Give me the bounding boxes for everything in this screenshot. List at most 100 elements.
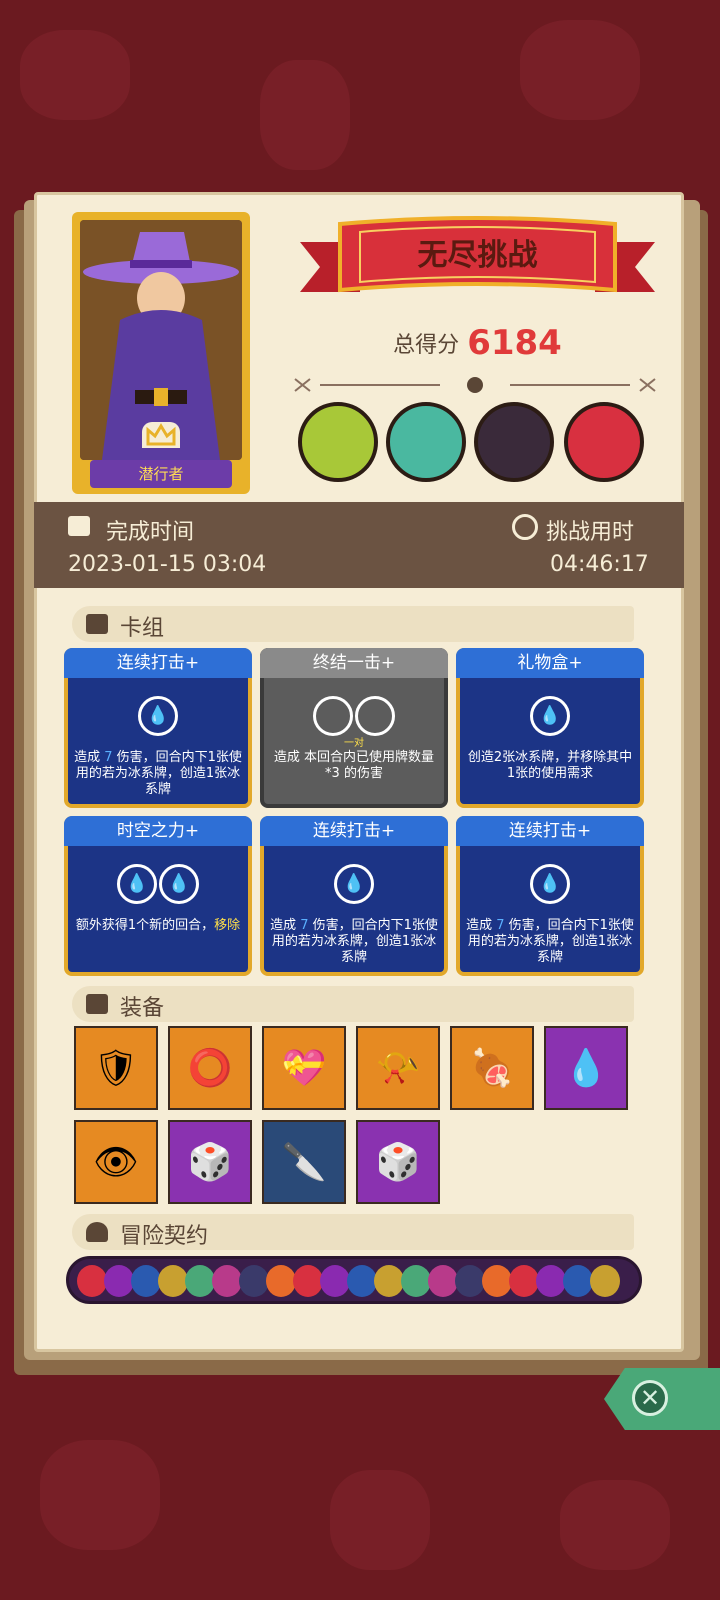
bg-decoration bbox=[330, 1470, 430, 1570]
person-icon bbox=[86, 1222, 108, 1242]
bg-decoration bbox=[40, 1440, 160, 1550]
scythe-icon[interactable]: 🔪 bbox=[262, 1120, 346, 1204]
contract-icon bbox=[77, 1265, 107, 1297]
stats-bar: 完成时间 2023-01-15 03:04 挑战用时 04:46:17 bbox=[34, 502, 684, 588]
card-name: 时空之力+ bbox=[64, 816, 252, 846]
card-name: 连续打击+ bbox=[64, 648, 252, 678]
mana-drop-icon: 💧 bbox=[334, 864, 374, 904]
contract-icon bbox=[185, 1265, 215, 1297]
mode-banner: 无尽挑战 bbox=[300, 212, 655, 312]
contract-icon bbox=[293, 1265, 323, 1297]
duration-label: 挑战用时 bbox=[546, 520, 635, 545]
bg-decoration bbox=[520, 20, 640, 120]
contract-icon bbox=[482, 1265, 512, 1297]
contract-icon bbox=[131, 1265, 161, 1297]
contracts-strip[interactable] bbox=[66, 1256, 642, 1304]
duration-value: 04:46:17 bbox=[550, 552, 649, 577]
card-name: 连续打击+ bbox=[260, 816, 448, 846]
deck-title: 卡组 bbox=[120, 616, 165, 641]
mana-drop-icon: 💧 bbox=[355, 696, 395, 736]
contract-icon bbox=[509, 1265, 539, 1297]
horn-icon[interactable]: 📯 bbox=[356, 1026, 440, 1110]
card-description: 造成 7 伤害，回合内下1张使用的若为冰系牌，创造1张冰系牌 bbox=[74, 750, 242, 797]
skeleton-dragon-icon bbox=[298, 402, 378, 482]
contract-icon bbox=[266, 1265, 296, 1297]
card-cost-label: 一对 bbox=[344, 738, 364, 749]
total-score: 总得分 6184 bbox=[300, 323, 655, 363]
card-cost: 💧 bbox=[264, 864, 444, 904]
contract-icon bbox=[212, 1265, 242, 1297]
contract-icon bbox=[239, 1265, 269, 1297]
card-cost: 💧 bbox=[460, 864, 640, 904]
score-value: 6184 bbox=[467, 323, 562, 363]
spiked-collar-icon[interactable]: ⭕ bbox=[168, 1026, 252, 1110]
card-description: 造成 7 伤害，回合内下1张使用的若为冰系牌，创造1张冰系牌 bbox=[270, 918, 438, 965]
meat-icon[interactable]: 🍖 bbox=[450, 1026, 534, 1110]
contract-icon bbox=[158, 1265, 188, 1297]
contract-icon bbox=[536, 1265, 566, 1297]
mana-drop-icon: 💧 bbox=[117, 864, 157, 904]
deck-header: 卡组 bbox=[72, 606, 634, 642]
contracts-header: 冒险契约 bbox=[72, 1214, 634, 1250]
card-cost: 💧💧 bbox=[264, 696, 444, 736]
contract-icon bbox=[320, 1265, 350, 1297]
golden-eye-dice-icon[interactable]: 🎲 bbox=[168, 1120, 252, 1204]
vampire-icon bbox=[564, 402, 644, 482]
crown-icon bbox=[142, 422, 180, 448]
contract-icon bbox=[104, 1265, 134, 1297]
contract-icon bbox=[374, 1265, 404, 1297]
completion-time-label: 完成时间 bbox=[106, 520, 195, 545]
deck-card[interactable]: 礼物盒+ 💧 创造2张冰系牌，并移除其中1张的使用需求 bbox=[456, 648, 644, 808]
contracts-title: 冒险契约 bbox=[120, 1224, 209, 1249]
divider-ornament bbox=[290, 375, 660, 395]
box-icon bbox=[86, 994, 108, 1014]
cards-icon bbox=[86, 614, 108, 634]
deck-card[interactable]: 连续打击+ 💧 造成 7 伤害，回合内下1张使用的若为冰系牌，创造1张冰系牌 bbox=[456, 816, 644, 976]
hero-name: 潜行者 bbox=[90, 460, 232, 488]
card-description: 造成 7 伤害，回合内下1张使用的若为冰系牌，创造1张冰系牌 bbox=[466, 918, 634, 965]
card-description: 额外获得1个新的回合，移除 bbox=[75, 918, 241, 933]
card-cost: 💧 bbox=[68, 696, 248, 736]
hero-portrait: 潜行者 bbox=[72, 212, 250, 494]
close-icon[interactable]: ✕ bbox=[632, 1380, 668, 1416]
score-label: 总得分 bbox=[393, 333, 460, 358]
deck-card[interactable]: 终结一击+ 💧💧 一对造成 本回合内已使用牌数量*3 的伤害 bbox=[260, 648, 448, 808]
contract-icon bbox=[347, 1265, 377, 1297]
mana-drop-icon: 💧 bbox=[530, 696, 570, 736]
deck-card[interactable]: 连续打击+ 💧 造成 7 伤害，回合内下1张使用的若为冰系牌，创造1张冰系牌 bbox=[260, 816, 448, 976]
dark-robot-icon bbox=[474, 402, 554, 482]
contract-icon bbox=[401, 1265, 431, 1297]
mana-drop-icon: 💧 bbox=[530, 864, 570, 904]
completion-time-value: 2023-01-15 03:04 bbox=[68, 552, 267, 577]
contract-icon bbox=[563, 1265, 593, 1297]
deck-card[interactable]: 连续打击+ 💧 造成 7 伤害，回合内下1张使用的若为冰系牌，创造1张冰系牌 bbox=[64, 648, 252, 808]
deck-card[interactable]: 时空之力+ 💧 💧 额外获得1个新的回合，移除 bbox=[64, 816, 252, 976]
contract-icon bbox=[455, 1265, 485, 1297]
mode-title: 无尽挑战 bbox=[417, 238, 538, 273]
mana-drop-icon: 💧 bbox=[159, 864, 199, 904]
bg-decoration bbox=[260, 60, 350, 170]
contract-icon bbox=[428, 1265, 458, 1297]
film-icon bbox=[68, 516, 90, 536]
bg-decoration bbox=[20, 30, 130, 120]
card-description: 创造2张冰系牌，并移除其中1张的使用需求 bbox=[467, 750, 633, 781]
card-cost: 💧 bbox=[460, 696, 640, 736]
equipment-header: 装备 bbox=[72, 986, 634, 1022]
heart-box-icon[interactable]: 💝 bbox=[262, 1026, 346, 1110]
card-description: 造成 本回合内已使用牌数量*3 的伤害 bbox=[273, 750, 435, 781]
eye-ring-icon[interactable]: 👁 bbox=[74, 1120, 158, 1204]
contract-icon bbox=[590, 1265, 620, 1297]
card-cost: 💧💧 bbox=[68, 864, 248, 904]
card-name: 连续打击+ bbox=[456, 816, 644, 846]
card-name: 终结一击+ bbox=[260, 648, 448, 678]
mana-drop-icon: 💧 bbox=[138, 696, 178, 736]
ice-shield-icon[interactable]: 🛡 bbox=[74, 1026, 158, 1110]
card-name: 礼物盒+ bbox=[456, 648, 644, 678]
spiked-dice-icon[interactable]: 🎲 bbox=[356, 1120, 440, 1204]
bg-decoration bbox=[560, 1480, 670, 1570]
goblin-icon bbox=[386, 402, 466, 482]
water-drop-icon[interactable]: 💧 bbox=[544, 1026, 628, 1110]
stopwatch-icon bbox=[512, 514, 538, 540]
equipment-title: 装备 bbox=[120, 996, 165, 1021]
mana-drop-icon: 💧 bbox=[313, 696, 353, 736]
